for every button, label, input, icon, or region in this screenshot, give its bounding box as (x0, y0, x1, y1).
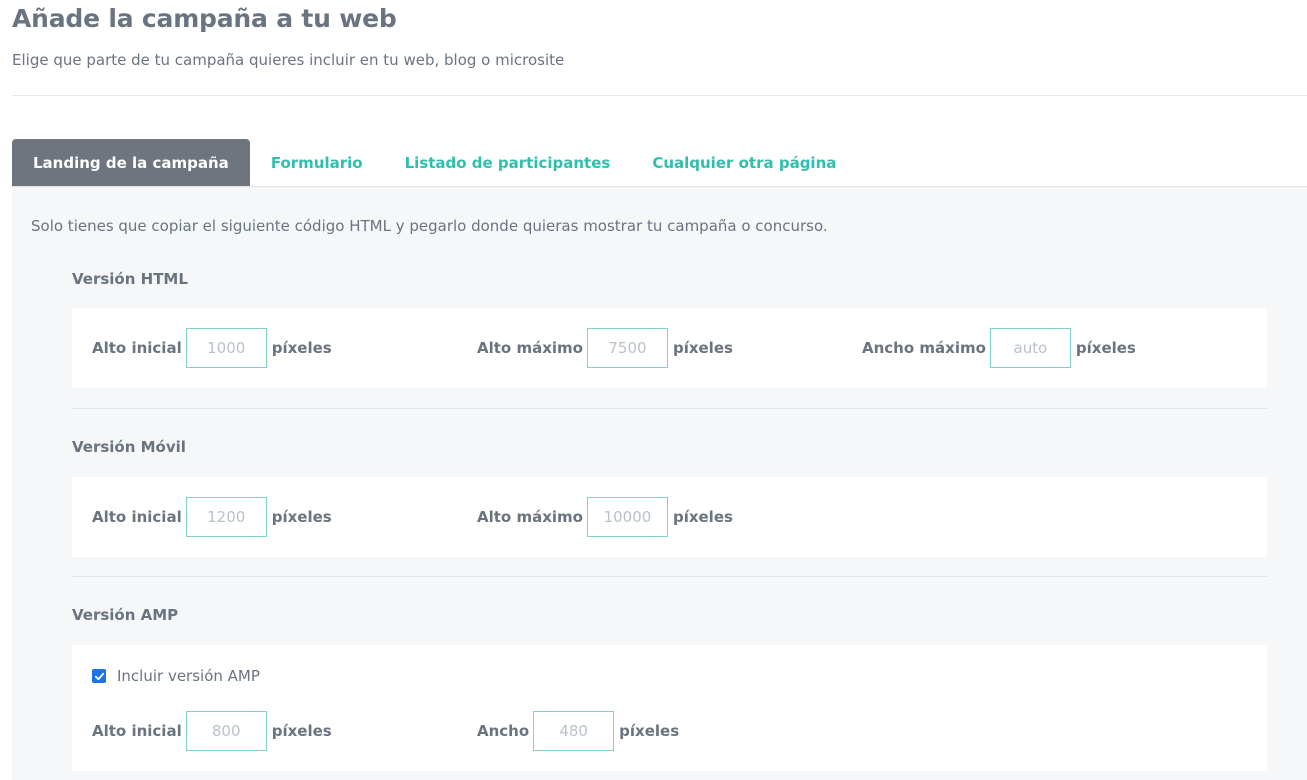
tab-listado-participantes[interactable]: Listado de participantes (384, 139, 632, 187)
field-label: Ancho máximo (862, 339, 986, 357)
page-subtitle: Elige que parte de tu campaña quieres in… (12, 51, 565, 69)
amp-checkbox-row: Incluir versión AMP (92, 665, 260, 687)
field-label: Alto máximo (477, 339, 583, 357)
amp-alto-inicial-input[interactable] (185, 711, 267, 751)
amp-checkbox-label: Incluir versión AMP (117, 667, 260, 685)
section-divider (72, 408, 1267, 409)
amp-checkbox[interactable] (92, 669, 106, 683)
tab-panel: Solo tienes que copiar el siguiente códi… (12, 187, 1307, 780)
checkmark-icon (94, 672, 104, 680)
field-unit: píxeles (271, 339, 332, 357)
header-divider (12, 95, 1307, 96)
field-label: Alto inicial (92, 508, 182, 526)
page-title: Añade la campaña a tu web (12, 4, 397, 33)
tab-bar: Landing de la campaña Formulario Listado… (12, 139, 857, 187)
amp-ancho-field: Ancho píxeles (477, 711, 679, 751)
html-version-card: Alto inicial píxeles Alto máximo píxeles… (72, 308, 1267, 388)
html-version-title: Versión HTML (72, 270, 188, 288)
mobile-alto-maximo-input[interactable] (586, 497, 668, 537)
html-alto-maximo-input[interactable] (586, 328, 668, 368)
tab-landing[interactable]: Landing de la campaña (12, 139, 250, 187)
field-unit: píxeles (271, 508, 332, 526)
html-alto-inicial-field: Alto inicial píxeles (92, 328, 332, 368)
html-ancho-maximo-input[interactable] (989, 328, 1071, 368)
html-alto-inicial-input[interactable] (185, 328, 267, 368)
mobile-alto-inicial-input[interactable] (185, 497, 267, 537)
mobile-version-title: Versión Móvil (72, 438, 186, 456)
mobile-version-card: Alto inicial píxeles Alto máximo píxeles (72, 477, 1267, 557)
mobile-alto-inicial-field: Alto inicial píxeles (92, 497, 332, 537)
field-unit: píxeles (672, 339, 733, 357)
intro-text: Solo tienes que copiar el siguiente códi… (31, 217, 828, 235)
mobile-alto-maximo-field: Alto máximo píxeles (477, 497, 733, 537)
field-label: Alto inicial (92, 722, 182, 740)
field-label: Alto máximo (477, 508, 583, 526)
html-ancho-maximo-field: Ancho máximo píxeles (862, 328, 1136, 368)
field-unit: píxeles (619, 722, 680, 740)
field-unit: píxeles (271, 722, 332, 740)
tab-otra-pagina[interactable]: Cualquier otra página (631, 139, 857, 187)
amp-version-card: Incluir versión AMP Alto inicial píxeles… (72, 645, 1267, 771)
amp-version-title: Versión AMP (72, 606, 179, 624)
amp-ancho-input[interactable] (533, 711, 615, 751)
amp-alto-inicial-field: Alto inicial píxeles (92, 711, 332, 751)
section-divider (72, 576, 1267, 577)
field-label: Ancho (477, 722, 530, 740)
field-label: Alto inicial (92, 339, 182, 357)
field-unit: píxeles (672, 508, 733, 526)
html-alto-maximo-field: Alto máximo píxeles (477, 328, 733, 368)
tab-formulario[interactable]: Formulario (250, 139, 384, 187)
field-unit: píxeles (1075, 339, 1136, 357)
